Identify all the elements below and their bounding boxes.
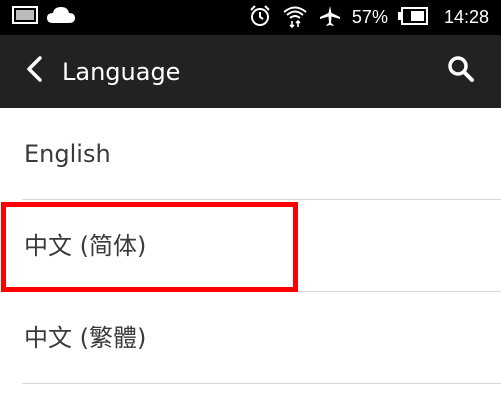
image-icon	[12, 5, 38, 29]
language-list: English 中文 (简体) 中文 (繁體)	[0, 108, 501, 384]
language-item-simplified-chinese[interactable]: 中文 (简体)	[0, 200, 501, 292]
status-time: 14:28	[443, 7, 489, 27]
search-button[interactable]	[439, 49, 483, 93]
language-item-english[interactable]: English	[0, 108, 501, 200]
wifi-icon	[282, 4, 308, 32]
language-item-traditional-chinese[interactable]: 中文 (繁體)	[0, 292, 501, 384]
cloud-icon	[46, 5, 76, 29]
status-bar: 57% 14:28	[0, 0, 501, 35]
alarm-icon	[248, 4, 272, 32]
airplane-icon	[318, 4, 342, 32]
divider	[22, 383, 501, 384]
battery-icon	[397, 6, 428, 29]
back-icon	[24, 55, 44, 87]
back-button[interactable]	[14, 49, 54, 93]
language-label: 中文 (繁體)	[24, 324, 147, 352]
search-icon	[447, 55, 475, 87]
status-left	[12, 6, 76, 28]
page-title: Language	[62, 58, 181, 86]
language-label: English	[24, 140, 111, 168]
battery-percent: 57%	[351, 7, 388, 27]
app-bar: Language	[0, 35, 501, 108]
status-right: 57% 14:28	[248, 0, 489, 35]
language-label: 中文 (简体)	[24, 232, 147, 260]
